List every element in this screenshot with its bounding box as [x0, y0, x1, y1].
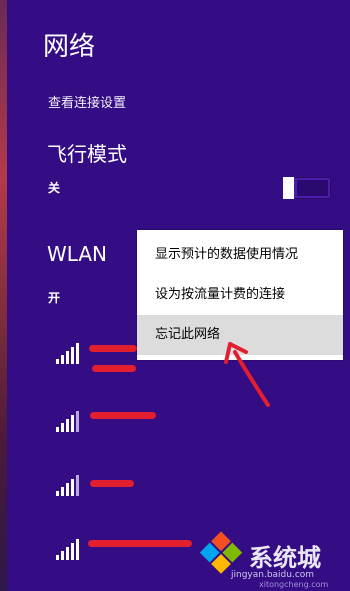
watermark-url-secondary: xitongcheng.com	[259, 580, 329, 589]
annotation-arrow	[224, 342, 270, 407]
watermark-url: jingyan.baidu.com	[231, 570, 315, 580]
watermark: 系统城 jingyan.baidu.com xitongcheng.com	[199, 531, 350, 591]
watermark-brand: 系统城	[249, 544, 321, 572]
